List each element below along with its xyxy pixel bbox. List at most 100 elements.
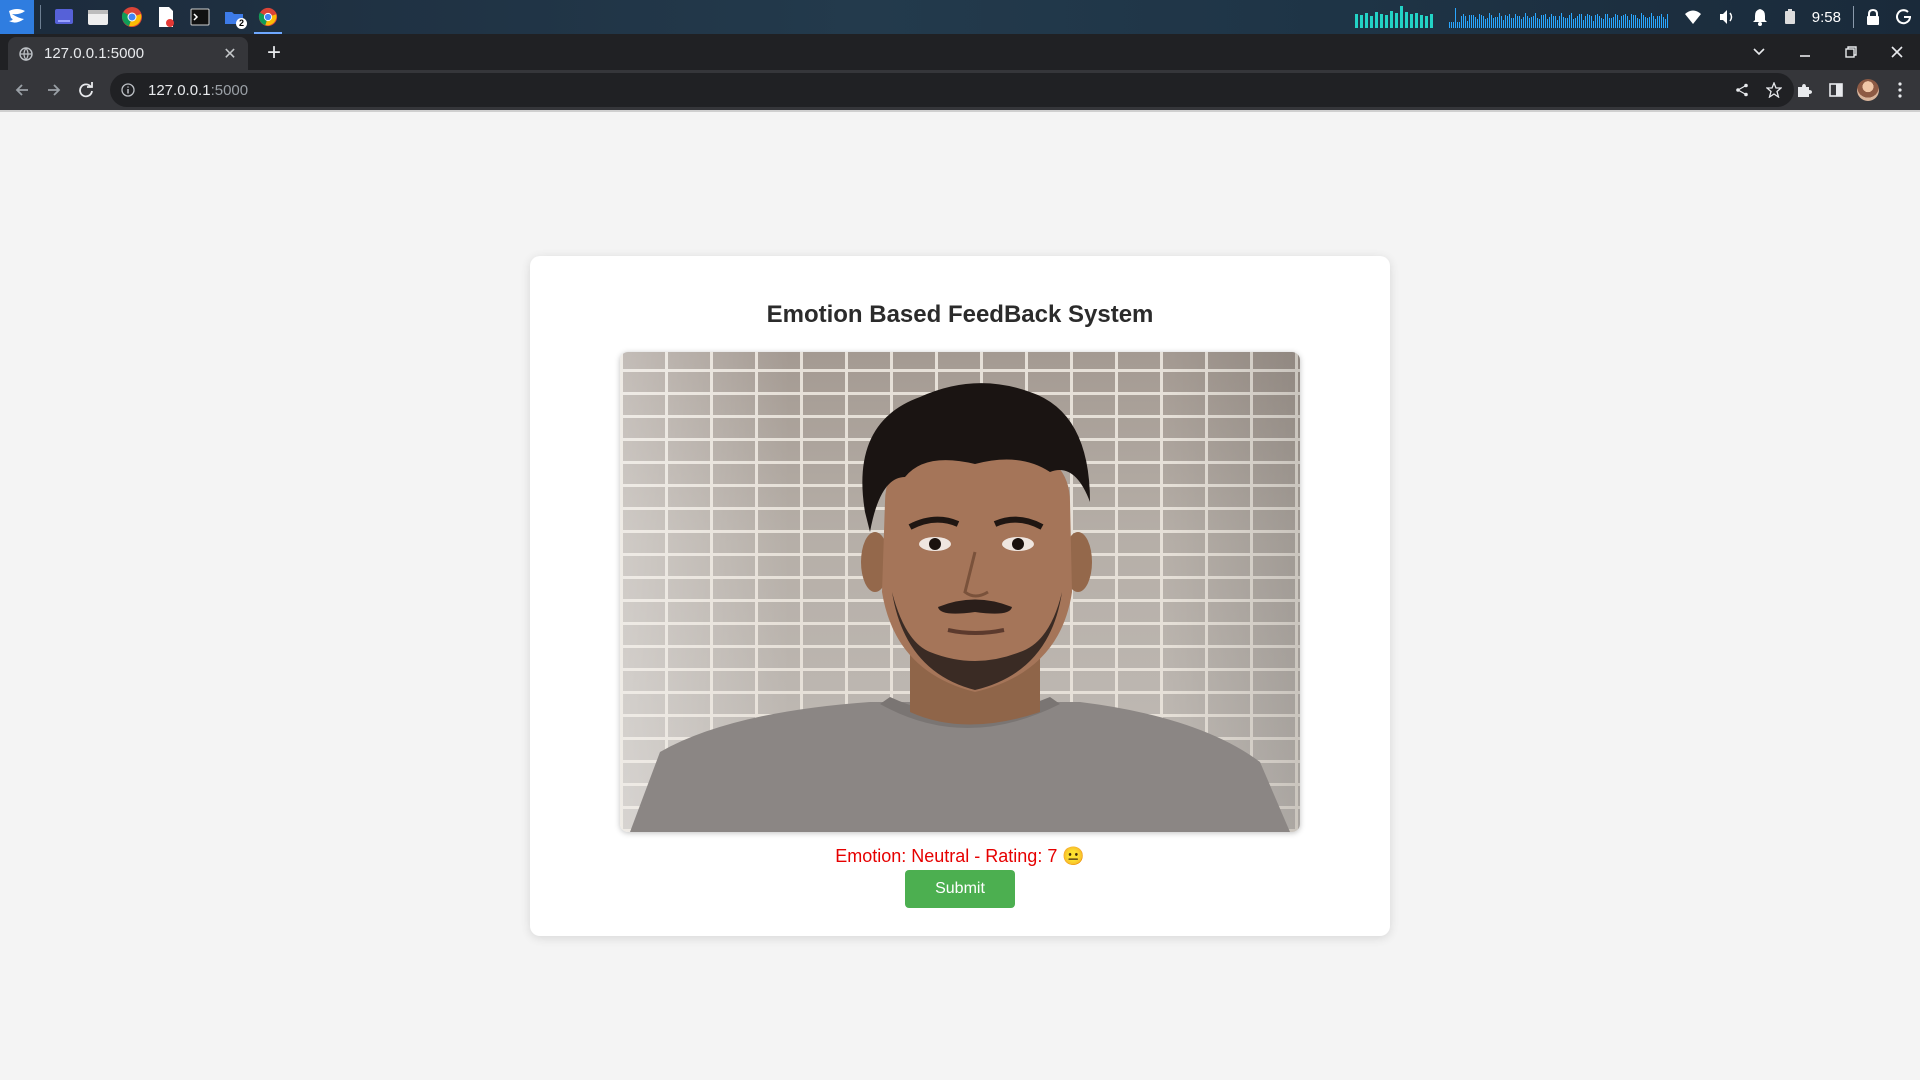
power-button[interactable] xyxy=(1896,0,1912,34)
network-bar xyxy=(1500,16,1502,28)
browser-tab-active[interactable]: 127.0.0.1:5000 ✕ xyxy=(8,37,248,70)
taskbar-separator xyxy=(40,5,41,29)
taskbar-chrome[interactable] xyxy=(115,0,149,34)
tab-search-button[interactable] xyxy=(1736,34,1782,70)
close-icon xyxy=(1891,46,1903,58)
new-tab-button[interactable]: + xyxy=(258,37,290,69)
cpu-monitor-graph[interactable] xyxy=(1354,0,1433,34)
network-bar xyxy=(1504,15,1506,28)
browser-toolbar: 127.0.0.1 :5000 xyxy=(0,70,1920,110)
forward-button[interactable] xyxy=(38,74,70,106)
network-bar xyxy=(1646,18,1648,28)
minimize-icon xyxy=(1800,55,1810,57)
taskbar-folders[interactable]: 2 xyxy=(217,0,251,34)
wifi-icon xyxy=(1684,10,1701,24)
network-bar xyxy=(1568,15,1570,28)
network-bar xyxy=(1658,16,1660,28)
network-bar xyxy=(1536,18,1538,28)
network-bar xyxy=(1650,13,1652,28)
extensions-button[interactable] xyxy=(1788,74,1820,106)
network-bar xyxy=(1626,16,1628,28)
address-bar[interactable]: 127.0.0.1 :5000 xyxy=(110,73,1794,107)
submit-button[interactable]: Submit xyxy=(905,870,1015,908)
battery-indicator[interactable] xyxy=(1784,0,1796,34)
network-bar xyxy=(1566,18,1568,28)
file-manager-icon xyxy=(88,10,108,25)
back-button[interactable] xyxy=(6,74,38,106)
network-bar xyxy=(1608,18,1610,28)
network-bar xyxy=(1470,15,1472,28)
volume-button[interactable] xyxy=(1718,0,1736,34)
network-bar xyxy=(1604,14,1606,28)
share-button[interactable] xyxy=(1726,74,1758,106)
cpu-bar xyxy=(1414,13,1418,28)
notifications-button[interactable] xyxy=(1752,0,1768,34)
network-bar xyxy=(1448,22,1450,28)
clock[interactable]: 9:58 xyxy=(1812,9,1841,26)
taskbar-pdf-editor[interactable] xyxy=(149,0,183,34)
network-bar xyxy=(1512,18,1514,28)
bookmark-button[interactable] xyxy=(1758,74,1790,106)
network-bar xyxy=(1594,15,1596,28)
battery-icon xyxy=(1784,9,1795,24)
side-panel-button[interactable] xyxy=(1820,74,1852,106)
browser-menu-button[interactable] xyxy=(1884,74,1916,106)
network-bar xyxy=(1588,15,1590,28)
profile-button[interactable] xyxy=(1852,74,1884,106)
restore-button[interactable] xyxy=(1828,34,1874,70)
network-bar xyxy=(1552,16,1554,28)
network-bar xyxy=(1456,22,1458,28)
cpu-bar xyxy=(1384,15,1388,28)
network-bar xyxy=(1486,18,1488,28)
taskbar-chrome-active[interactable] xyxy=(251,0,285,34)
network-monitor-graph[interactable] xyxy=(1448,0,1668,34)
os-taskbar: 2 9:58 xyxy=(0,0,1920,34)
address-bar-actions xyxy=(1726,73,1790,107)
close-window-button[interactable] xyxy=(1874,34,1920,70)
cpu-bar xyxy=(1379,14,1383,28)
cpu-bar xyxy=(1364,13,1368,28)
network-bar xyxy=(1480,15,1482,28)
desktop-icon xyxy=(55,9,73,24)
volume-icon xyxy=(1719,10,1733,24)
taskbar-file-manager[interactable] xyxy=(81,0,115,34)
network-bar xyxy=(1590,16,1592,28)
network-bar xyxy=(1538,19,1540,28)
url-host: 127.0.0.1 xyxy=(148,81,211,99)
network-bar xyxy=(1468,15,1470,28)
site-info-icon[interactable] xyxy=(120,82,136,98)
network-bar xyxy=(1458,22,1460,28)
network-bar xyxy=(1502,20,1504,28)
network-bar xyxy=(1618,20,1620,28)
reload-button[interactable] xyxy=(70,74,102,106)
start-menu-button[interactable] xyxy=(0,0,34,34)
network-bar xyxy=(1654,19,1656,28)
network-bar xyxy=(1600,18,1602,28)
window-controls xyxy=(1736,34,1920,70)
network-bar xyxy=(1522,17,1524,28)
network-bar xyxy=(1524,13,1526,28)
network-bar xyxy=(1620,16,1622,28)
lock-screen-button[interactable] xyxy=(1866,0,1880,34)
network-bar xyxy=(1634,15,1636,28)
taskbar-desktop[interactable] xyxy=(47,0,81,34)
share-icon xyxy=(1736,83,1748,97)
network-bar xyxy=(1648,17,1650,28)
arrow-left-icon xyxy=(15,84,28,96)
url-port: :5000 xyxy=(210,81,249,99)
network-bar xyxy=(1616,15,1618,28)
network-bar xyxy=(1602,19,1604,28)
network-bar xyxy=(1454,8,1456,28)
wifi-button[interactable] xyxy=(1684,0,1702,34)
reload-icon xyxy=(79,82,93,98)
network-bar xyxy=(1520,19,1522,28)
cpu-bar xyxy=(1429,14,1433,28)
cpu-bars xyxy=(1354,6,1433,28)
network-bar xyxy=(1462,14,1464,28)
tab-close-icon[interactable]: ✕ xyxy=(222,44,238,64)
network-bar xyxy=(1592,21,1594,28)
minimize-button[interactable] xyxy=(1782,34,1828,70)
network-bar xyxy=(1638,19,1640,28)
tray-separator xyxy=(1853,6,1854,28)
taskbar-terminal[interactable] xyxy=(183,0,217,34)
